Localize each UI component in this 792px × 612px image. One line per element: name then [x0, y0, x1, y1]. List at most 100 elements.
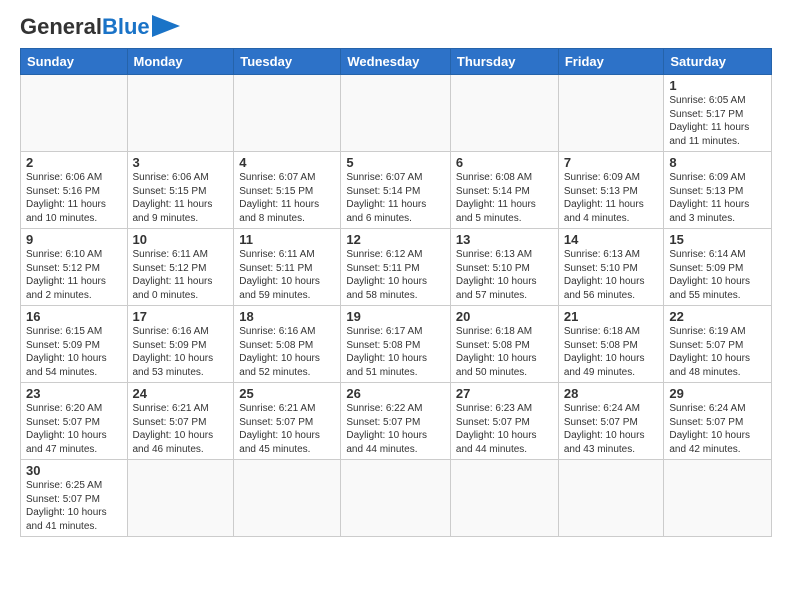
- day-of-week-header: Thursday: [450, 49, 558, 75]
- day-info: Sunrise: 6:11 AM Sunset: 5:11 PM Dayligh…: [239, 248, 335, 302]
- calendar-table: SundayMondayTuesdayWednesdayThursdayFrid…: [20, 48, 772, 537]
- calendar-cell: [127, 460, 234, 537]
- day-info: Sunrise: 6:13 AM Sunset: 5:10 PM Dayligh…: [456, 248, 553, 302]
- day-number: 8: [669, 155, 766, 170]
- day-info: Sunrise: 6:08 AM Sunset: 5:14 PM Dayligh…: [456, 171, 553, 225]
- day-number: 6: [456, 155, 553, 170]
- calendar-cell: [341, 460, 451, 537]
- day-number: 9: [26, 232, 122, 247]
- calendar-cell: 17Sunrise: 6:16 AM Sunset: 5:09 PM Dayli…: [127, 306, 234, 383]
- calendar-week-row: 16Sunrise: 6:15 AM Sunset: 5:09 PM Dayli…: [21, 306, 772, 383]
- calendar-cell: 16Sunrise: 6:15 AM Sunset: 5:09 PM Dayli…: [21, 306, 128, 383]
- calendar-cell: [558, 460, 664, 537]
- day-number: 4: [239, 155, 335, 170]
- day-number: 19: [346, 309, 445, 324]
- day-of-week-header: Tuesday: [234, 49, 341, 75]
- calendar-cell: 9Sunrise: 6:10 AM Sunset: 5:12 PM Daylig…: [21, 229, 128, 306]
- day-info: Sunrise: 6:12 AM Sunset: 5:11 PM Dayligh…: [346, 248, 445, 302]
- calendar-cell: 3Sunrise: 6:06 AM Sunset: 5:15 PM Daylig…: [127, 152, 234, 229]
- day-of-week-header: Saturday: [664, 49, 772, 75]
- calendar-cell: 29Sunrise: 6:24 AM Sunset: 5:07 PM Dayli…: [664, 383, 772, 460]
- day-number: 22: [669, 309, 766, 324]
- calendar-week-row: 2Sunrise: 6:06 AM Sunset: 5:16 PM Daylig…: [21, 152, 772, 229]
- day-number: 25: [239, 386, 335, 401]
- day-info: Sunrise: 6:19 AM Sunset: 5:07 PM Dayligh…: [669, 325, 766, 379]
- day-number: 24: [133, 386, 229, 401]
- calendar-cell: [664, 460, 772, 537]
- calendar-cell: 30Sunrise: 6:25 AM Sunset: 5:07 PM Dayli…: [21, 460, 128, 537]
- calendar-cell: 21Sunrise: 6:18 AM Sunset: 5:08 PM Dayli…: [558, 306, 664, 383]
- calendar-cell: [127, 75, 234, 152]
- day-info: Sunrise: 6:17 AM Sunset: 5:08 PM Dayligh…: [346, 325, 445, 379]
- calendar-week-row: 23Sunrise: 6:20 AM Sunset: 5:07 PM Dayli…: [21, 383, 772, 460]
- day-of-week-header: Wednesday: [341, 49, 451, 75]
- day-number: 5: [346, 155, 445, 170]
- calendar-cell: 2Sunrise: 6:06 AM Sunset: 5:16 PM Daylig…: [21, 152, 128, 229]
- calendar-cell: 22Sunrise: 6:19 AM Sunset: 5:07 PM Dayli…: [664, 306, 772, 383]
- day-number: 14: [564, 232, 659, 247]
- day-info: Sunrise: 6:13 AM Sunset: 5:10 PM Dayligh…: [564, 248, 659, 302]
- calendar-cell: 6Sunrise: 6:08 AM Sunset: 5:14 PM Daylig…: [450, 152, 558, 229]
- day-number: 27: [456, 386, 553, 401]
- calendar-week-row: 9Sunrise: 6:10 AM Sunset: 5:12 PM Daylig…: [21, 229, 772, 306]
- day-info: Sunrise: 6:16 AM Sunset: 5:09 PM Dayligh…: [133, 325, 229, 379]
- day-info: Sunrise: 6:23 AM Sunset: 5:07 PM Dayligh…: [456, 402, 553, 456]
- calendar-cell: [234, 460, 341, 537]
- calendar-cell: 1Sunrise: 6:05 AM Sunset: 5:17 PM Daylig…: [664, 75, 772, 152]
- calendar-cell: [558, 75, 664, 152]
- day-info: Sunrise: 6:10 AM Sunset: 5:12 PM Dayligh…: [26, 248, 122, 302]
- day-number: 28: [564, 386, 659, 401]
- day-number: 15: [669, 232, 766, 247]
- day-info: Sunrise: 6:06 AM Sunset: 5:16 PM Dayligh…: [26, 171, 122, 225]
- calendar-week-row: 30Sunrise: 6:25 AM Sunset: 5:07 PM Dayli…: [21, 460, 772, 537]
- day-info: Sunrise: 6:25 AM Sunset: 5:07 PM Dayligh…: [26, 479, 122, 533]
- logo-icon: [152, 15, 180, 37]
- day-number: 3: [133, 155, 229, 170]
- calendar-cell: 13Sunrise: 6:13 AM Sunset: 5:10 PM Dayli…: [450, 229, 558, 306]
- calendar-header-row: SundayMondayTuesdayWednesdayThursdayFrid…: [21, 49, 772, 75]
- day-info: Sunrise: 6:21 AM Sunset: 5:07 PM Dayligh…: [239, 402, 335, 456]
- day-number: 13: [456, 232, 553, 247]
- calendar-cell: 20Sunrise: 6:18 AM Sunset: 5:08 PM Dayli…: [450, 306, 558, 383]
- day-number: 29: [669, 386, 766, 401]
- calendar-cell: 24Sunrise: 6:21 AM Sunset: 5:07 PM Dayli…: [127, 383, 234, 460]
- day-info: Sunrise: 6:22 AM Sunset: 5:07 PM Dayligh…: [346, 402, 445, 456]
- day-number: 12: [346, 232, 445, 247]
- day-of-week-header: Friday: [558, 49, 664, 75]
- day-info: Sunrise: 6:21 AM Sunset: 5:07 PM Dayligh…: [133, 402, 229, 456]
- day-info: Sunrise: 6:07 AM Sunset: 5:14 PM Dayligh…: [346, 171, 445, 225]
- day-number: 10: [133, 232, 229, 247]
- calendar-cell: 7Sunrise: 6:09 AM Sunset: 5:13 PM Daylig…: [558, 152, 664, 229]
- day-info: Sunrise: 6:06 AM Sunset: 5:15 PM Dayligh…: [133, 171, 229, 225]
- day-info: Sunrise: 6:18 AM Sunset: 5:08 PM Dayligh…: [564, 325, 659, 379]
- day-number: 7: [564, 155, 659, 170]
- day-number: 11: [239, 232, 335, 247]
- day-number: 30: [26, 463, 122, 478]
- day-info: Sunrise: 6:14 AM Sunset: 5:09 PM Dayligh…: [669, 248, 766, 302]
- day-of-week-header: Monday: [127, 49, 234, 75]
- calendar-cell: 12Sunrise: 6:12 AM Sunset: 5:11 PM Dayli…: [341, 229, 451, 306]
- header: GeneralBlue: [20, 16, 772, 38]
- day-number: 2: [26, 155, 122, 170]
- day-info: Sunrise: 6:09 AM Sunset: 5:13 PM Dayligh…: [564, 171, 659, 225]
- day-info: Sunrise: 6:11 AM Sunset: 5:12 PM Dayligh…: [133, 248, 229, 302]
- day-number: 23: [26, 386, 122, 401]
- day-info: Sunrise: 6:18 AM Sunset: 5:08 PM Dayligh…: [456, 325, 553, 379]
- calendar-cell: 8Sunrise: 6:09 AM Sunset: 5:13 PM Daylig…: [664, 152, 772, 229]
- day-number: 17: [133, 309, 229, 324]
- day-info: Sunrise: 6:24 AM Sunset: 5:07 PM Dayligh…: [669, 402, 766, 456]
- day-number: 18: [239, 309, 335, 324]
- calendar-cell: 25Sunrise: 6:21 AM Sunset: 5:07 PM Dayli…: [234, 383, 341, 460]
- day-number: 16: [26, 309, 122, 324]
- calendar-cell: 15Sunrise: 6:14 AM Sunset: 5:09 PM Dayli…: [664, 229, 772, 306]
- calendar-cell: 14Sunrise: 6:13 AM Sunset: 5:10 PM Dayli…: [558, 229, 664, 306]
- day-of-week-header: Sunday: [21, 49, 128, 75]
- day-info: Sunrise: 6:05 AM Sunset: 5:17 PM Dayligh…: [669, 94, 766, 148]
- calendar-cell: 11Sunrise: 6:11 AM Sunset: 5:11 PM Dayli…: [234, 229, 341, 306]
- day-info: Sunrise: 6:24 AM Sunset: 5:07 PM Dayligh…: [564, 402, 659, 456]
- calendar-cell: 4Sunrise: 6:07 AM Sunset: 5:15 PM Daylig…: [234, 152, 341, 229]
- calendar-cell: [234, 75, 341, 152]
- page: GeneralBlue SundayMondayTuesdayWednesday…: [0, 0, 792, 612]
- calendar-cell: [450, 460, 558, 537]
- day-number: 1: [669, 78, 766, 93]
